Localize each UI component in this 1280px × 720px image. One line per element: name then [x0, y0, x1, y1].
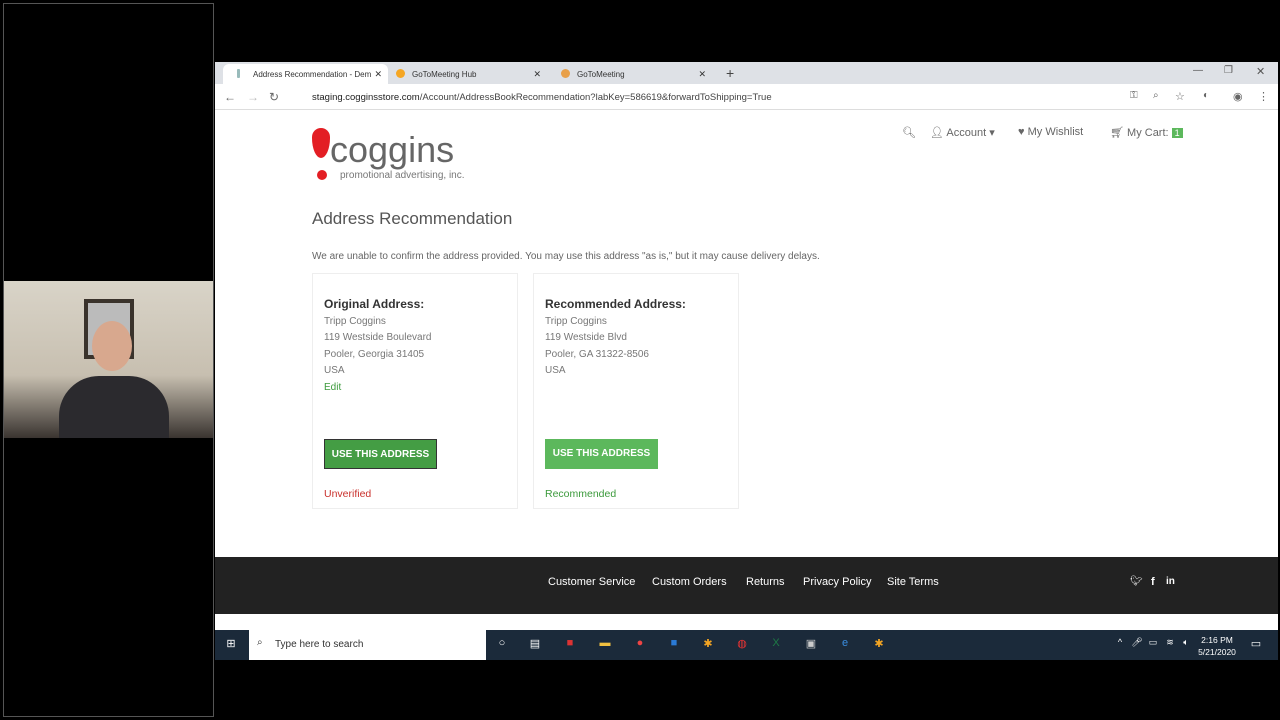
twitter-icon[interactable]: 🐦︎	[1130, 576, 1143, 587]
webcam-feed	[4, 281, 213, 438]
task-view-icon[interactable]: ▤	[527, 637, 543, 653]
notifications-icon[interactable]: ▭	[1248, 637, 1264, 653]
windows-start-icon[interactable]: ⊞	[223, 637, 239, 653]
browser-window: Address Recommendation - Dem ✕ GoToMeetin…	[215, 62, 1278, 660]
account-label: Account	[946, 127, 987, 139]
logo-name: coggins	[330, 129, 455, 170]
minimize-button[interactable]: —	[1193, 65, 1203, 76]
address-line: 119 Westside Boulevard	[324, 332, 432, 343]
linkedin-icon[interactable]: in	[1166, 576, 1175, 587]
tab-gotomeeting[interactable]: GoToMeeting ✕	[547, 64, 712, 84]
footer-link-returns[interactable]: Returns	[746, 576, 785, 588]
tab-bar: Address Recommendation - Dem ✕ GoToMeetin…	[215, 62, 1278, 84]
address-line: Pooler, GA 31322-8506	[545, 348, 649, 360]
edge-icon[interactable]: e	[837, 637, 853, 653]
windows-taskbar: ⊞ ⌕ Type here to search ○ ▤ ■ ▬ ● ■ ✱ ◍ X…	[215, 630, 1278, 660]
address-bar-row: ← → ↻ staging.cogginsstore.com/Account/A…	[215, 84, 1278, 110]
account-menu[interactable]: 👤︎ Account ▾	[930, 126, 995, 139]
recommended-status: Recommended	[545, 488, 617, 500]
extension-icon[interactable]: ◐	[1203, 90, 1209, 101]
cart-count-badge: 1	[1171, 128, 1183, 138]
tab-label: Address Recommendation - Dem	[253, 70, 372, 79]
star-icon[interactable]: ☆	[1175, 90, 1185, 103]
tray-chevron-icon[interactable]: ^	[1112, 637, 1128, 653]
search-icon[interactable]: 🔍︎	[902, 126, 916, 139]
app-icon[interactable]: ◍	[734, 637, 750, 653]
taskbar-clock[interactable]: 2:16 PM 5/21/2020	[1195, 634, 1239, 658]
file-explorer-icon[interactable]: ▬	[597, 637, 613, 653]
office-icon[interactable]: ■	[562, 637, 578, 653]
forward-icon[interactable]: →	[247, 90, 259, 104]
tab-address-recommendation[interactable]: Address Recommendation - Dem ✕	[223, 64, 388, 84]
footer-link-customer-service[interactable]: Customer Service	[548, 576, 635, 588]
cortana-icon[interactable]: ○	[494, 637, 510, 653]
wifi-icon[interactable]: ≋	[1162, 637, 1178, 653]
reload-icon[interactable]: ↻	[269, 90, 279, 104]
menu-icon[interactable]: ⋮	[1258, 90, 1269, 103]
microphone-icon[interactable]: 🎤︎	[1129, 637, 1145, 653]
battery-icon[interactable]: ▭	[1145, 637, 1161, 653]
wishlist-label: My Wishlist	[1027, 126, 1084, 138]
close-icon[interactable]: ✕	[374, 69, 382, 80]
page-title: Address Recommendation	[312, 209, 513, 228]
recommended-address-card: Recommended Address: Tripp Coggins 119 W…	[533, 273, 739, 509]
recommended-address-heading: Recommended Address:	[545, 297, 686, 311]
new-tab-button[interactable]: +	[726, 65, 734, 81]
date: 5/21/2020	[1198, 647, 1236, 657]
original-address-heading: Original Address:	[324, 297, 425, 311]
address-line: Pooler, Georgia 31405	[324, 348, 425, 360]
tab-gotomeeting-hub[interactable]: GoToMeeting Hub ✕	[382, 64, 547, 84]
volume-icon[interactable]: 🔈︎	[1178, 637, 1194, 653]
logo-tagline: promotional advertising, inc.	[340, 170, 465, 181]
address-line: USA	[324, 365, 345, 376]
cart-label: My Cart:	[1127, 127, 1169, 139]
back-icon[interactable]: ←	[224, 90, 236, 104]
coggins-logo[interactable]: coggins promotional advertising, inc.	[312, 122, 465, 181]
time: 2:16 PM	[1201, 635, 1233, 645]
profile-icon[interactable]: ◉	[1233, 90, 1243, 103]
search-icon: ⌕	[257, 637, 263, 648]
close-icon[interactable]: ✕	[533, 69, 541, 80]
gotomeeting-icon[interactable]: ✱	[871, 637, 887, 653]
zoom-icon[interactable]: ⌕	[1153, 90, 1159, 101]
close-icon[interactable]: ✕	[698, 69, 706, 80]
taskbar-search-input[interactable]: ⌕ Type here to search	[249, 630, 486, 660]
gotomeeting-icon	[561, 69, 570, 78]
address-line: Tripp Coggins	[545, 315, 607, 327]
search-placeholder: Type here to search	[275, 639, 364, 650]
cart-link[interactable]: 🛒︎ My Cart: 1	[1110, 126, 1183, 139]
tab-label: GoToMeeting Hub	[412, 70, 477, 79]
site-footer: Customer Service Custom Orders Returns P…	[215, 557, 1278, 614]
app-icon[interactable]: ▣	[803, 637, 819, 653]
close-window-button[interactable]: ✕	[1256, 65, 1265, 78]
excel-icon[interactable]: X	[768, 637, 784, 653]
original-address-card: Original Address: Tripp Coggins 119 West…	[312, 273, 518, 509]
outlook-icon[interactable]: ■	[666, 637, 682, 653]
unverified-status: Unverified	[324, 488, 372, 500]
footer-link-privacy-policy[interactable]: Privacy Policy	[803, 576, 871, 588]
restore-button[interactable]: ❐	[1224, 65, 1233, 76]
page-icon	[237, 69, 240, 78]
wishlist-link[interactable]: ♥ My Wishlist	[1018, 126, 1083, 138]
url-input[interactable]: staging.cogginsstore.com/Account/Address…	[297, 87, 1197, 107]
footer-link-custom-orders[interactable]: Custom Orders	[652, 576, 727, 588]
use-original-address-button[interactable]: USE THIS ADDRESS	[324, 439, 437, 469]
address-warning-message: We are unable to confirm the address pro…	[312, 251, 820, 262]
address-line: 119 Westside Blvd	[545, 332, 627, 343]
footer-link-site-terms[interactable]: Site Terms	[887, 576, 939, 588]
gotomeeting-icon[interactable]: ✱	[700, 637, 716, 653]
key-icon[interactable]: ⚿	[1130, 90, 1138, 101]
address-line: Tripp Coggins	[324, 315, 386, 327]
use-recommended-address-button[interactable]: USE THIS ADDRESS	[545, 439, 658, 469]
facebook-icon[interactable]: f	[1151, 576, 1155, 588]
address-line: USA	[545, 365, 566, 376]
url-path: /Account/AddressBookRecommendation?labKe…	[419, 92, 772, 103]
chrome-icon[interactable]: ●	[632, 637, 648, 653]
tab-label: GoToMeeting	[577, 70, 625, 79]
gotomeeting-icon	[396, 69, 405, 78]
edit-address-link[interactable]: Edit	[324, 380, 506, 397]
page-content: coggins promotional advertising, inc. 🔍︎ …	[215, 110, 1278, 557]
